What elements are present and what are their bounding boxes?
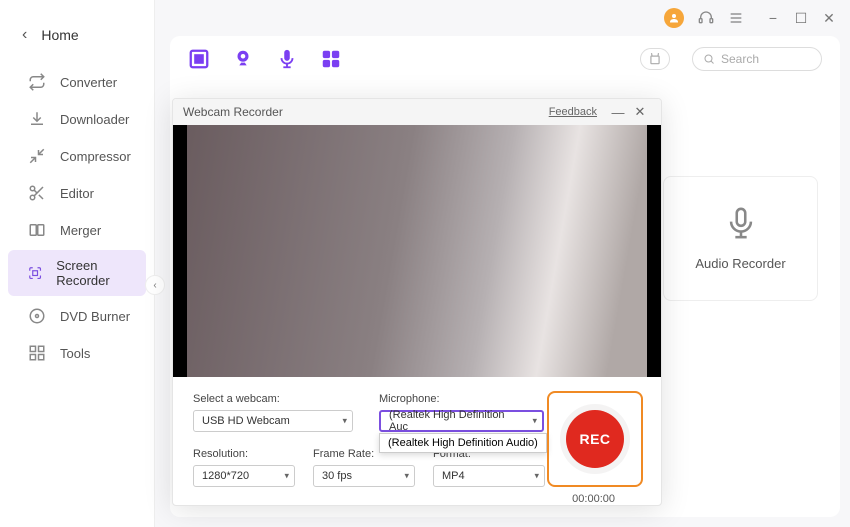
webcam-feed xyxy=(187,125,647,377)
microphone-option[interactable]: (Realtek High Definition Audio) xyxy=(386,436,540,450)
resolution-label: Resolution: xyxy=(193,448,295,460)
compress-icon xyxy=(28,147,46,165)
sidebar-item-tools[interactable]: Tools xyxy=(8,336,146,370)
microphone-select[interactable]: (Realtek High Definition Auc ▾ xyxy=(379,410,544,432)
chevron-down-icon: ▾ xyxy=(404,471,409,482)
search-input[interactable]: Search xyxy=(692,47,822,71)
sidebar-item-screen-recorder[interactable]: Screen Recorder xyxy=(8,250,146,296)
webcam-select[interactable]: USB HD Webcam ▾ xyxy=(193,410,353,432)
menu-icon[interactable] xyxy=(728,10,744,26)
webcam-recorder-title: Webcam Recorder xyxy=(183,105,283,119)
mode-screen-icon[interactable] xyxy=(188,48,210,70)
resolution-value: 1280*720 xyxy=(202,470,249,482)
sidebar-item-label: DVD Burner xyxy=(60,309,130,324)
sidebar-item-label: Downloader xyxy=(60,112,129,127)
sidebar-item-label: Editor xyxy=(60,186,94,201)
sidebar-item-label: Screen Recorder xyxy=(56,258,134,288)
microphone-icon xyxy=(724,206,758,240)
sidebar-item-downloader[interactable]: Downloader xyxy=(8,102,146,136)
audio-recorder-label: Audio Recorder xyxy=(695,256,785,271)
sidebar-item-label: Compressor xyxy=(60,149,131,164)
sidebar: ‹ Home Converter Downloader Compressor E… xyxy=(0,0,155,527)
content-toolbar: Search xyxy=(170,36,840,82)
merge-icon xyxy=(28,221,46,239)
format-value: MP4 xyxy=(442,470,465,482)
record-timer: 00:00:00 xyxy=(572,493,615,505)
audio-recorder-card[interactable]: Audio Recorder xyxy=(663,176,818,301)
webcam-settings: Select a webcam: USB HD Webcam ▾ Microph… xyxy=(173,377,661,505)
chevron-down-icon: ▾ xyxy=(532,416,537,427)
minimize-button[interactable]: − xyxy=(766,10,780,27)
format-select[interactable]: MP4 ▾ xyxy=(433,465,545,487)
maximize-button[interactable]: ☐ xyxy=(794,10,808,27)
record-button-label: REC xyxy=(579,431,610,447)
home-label: Home xyxy=(41,27,78,43)
microphone-select-label: Microphone: xyxy=(379,393,544,405)
sidebar-item-label: Merger xyxy=(60,223,101,238)
chevron-down-icon: ▾ xyxy=(284,471,289,482)
chevron-left-icon: ‹ xyxy=(22,26,27,44)
scissors-icon xyxy=(28,184,46,202)
feedback-link[interactable]: Feedback xyxy=(549,106,597,118)
sidebar-item-label: Converter xyxy=(60,75,117,90)
back-home-button[interactable]: ‹ Home xyxy=(0,18,154,62)
converter-icon xyxy=(28,73,46,91)
app-titlebar: − ☐ ✕ xyxy=(650,0,850,36)
webcam-select-label: Select a webcam: xyxy=(193,393,353,405)
mode-webcam-icon[interactable] xyxy=(232,48,254,70)
webcam-recorder-window: Webcam Recorder Feedback — ✕ Select a we… xyxy=(172,98,662,506)
mode-apps-icon[interactable] xyxy=(320,48,342,70)
screen-recorder-icon xyxy=(28,264,42,282)
webcam-recorder-titlebar: Webcam Recorder Feedback — ✕ xyxy=(173,99,661,125)
record-zone: REC xyxy=(547,391,643,487)
mode-audio-icon[interactable] xyxy=(276,48,298,70)
disc-icon xyxy=(28,307,46,325)
webcam-select-value: USB HD Webcam xyxy=(202,415,290,427)
support-headset-icon[interactable] xyxy=(698,10,714,26)
modal-minimize-button[interactable]: — xyxy=(607,105,629,120)
search-icon xyxy=(703,53,715,65)
shop-button[interactable] xyxy=(640,48,670,70)
webcam-preview xyxy=(173,125,661,377)
sidebar-item-compressor[interactable]: Compressor xyxy=(8,139,146,173)
sidebar-item-label: Tools xyxy=(60,346,90,361)
sidebar-item-merger[interactable]: Merger xyxy=(8,213,146,247)
record-button[interactable]: REC xyxy=(566,410,624,468)
modal-close-button[interactable]: ✕ xyxy=(629,104,651,120)
close-button[interactable]: ✕ xyxy=(822,10,836,27)
microphone-dropdown: (Realtek High Definition Audio) xyxy=(379,433,547,453)
search-placeholder: Search xyxy=(721,52,759,66)
sidebar-item-dvd-burner[interactable]: DVD Burner xyxy=(8,299,146,333)
user-avatar-icon[interactable] xyxy=(664,8,684,28)
grid-icon xyxy=(28,344,46,362)
collapse-sidebar-button[interactable]: ‹ xyxy=(145,275,165,295)
framerate-value: 30 fps xyxy=(322,470,352,482)
sidebar-item-editor[interactable]: Editor xyxy=(8,176,146,210)
sidebar-item-converter[interactable]: Converter xyxy=(8,65,146,99)
chevron-down-icon: ▾ xyxy=(342,416,347,427)
chevron-down-icon: ▾ xyxy=(534,471,539,482)
framerate-select[interactable]: 30 fps ▾ xyxy=(313,465,415,487)
microphone-select-value: (Realtek High Definition Auc xyxy=(389,409,524,433)
download-icon xyxy=(28,110,46,128)
window-controls: − ☐ ✕ xyxy=(766,10,836,27)
resolution-select[interactable]: 1280*720 ▾ xyxy=(193,465,295,487)
